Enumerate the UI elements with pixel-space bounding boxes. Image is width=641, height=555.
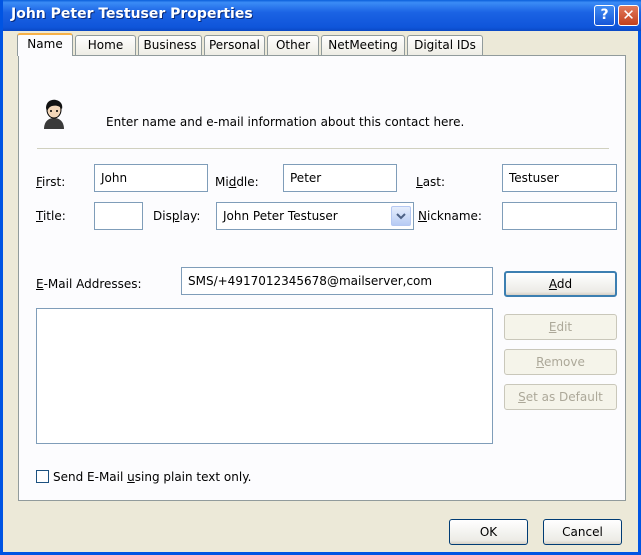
email-address-list[interactable] xyxy=(36,308,493,444)
display-dropdown-value: John Peter Testuser xyxy=(223,209,338,223)
tab-business[interactable]: Business xyxy=(138,35,202,55)
tab-name[interactable]: Name xyxy=(17,33,73,56)
email-addresses-label: E-Mail Addresses: xyxy=(36,277,142,291)
middle-name-field[interactable]: Peter xyxy=(283,164,397,192)
tab-home[interactable]: Home xyxy=(75,35,136,55)
window-title: John Peter Testuser Properties xyxy=(11,6,253,22)
header-description: Enter name and e-mail information about … xyxy=(106,115,465,129)
email-input[interactable]: SMS/+4917012345678@mailserver,com xyxy=(181,267,493,295)
dropdown-arrow-button[interactable] xyxy=(391,206,411,226)
ok-button[interactable]: OK xyxy=(449,519,528,545)
tab-digital-ids[interactable]: Digital IDs xyxy=(407,35,483,55)
name-tab-panel: Enter name and e-mail information about … xyxy=(18,55,626,501)
nickname-label: Nickname: xyxy=(418,209,482,223)
display-label: Display: xyxy=(153,209,201,223)
add-button[interactable]: Add xyxy=(504,271,617,297)
tab-personal[interactable]: Personal xyxy=(204,35,265,55)
edit-button[interactable]: Edit xyxy=(504,314,617,340)
first-name-label: First: xyxy=(36,175,66,189)
help-button[interactable]: ? xyxy=(594,5,615,26)
tab-other[interactable]: Other xyxy=(267,35,319,55)
tab-netmeeting[interactable]: NetMeeting xyxy=(321,35,405,55)
middle-name-label: Middle: xyxy=(215,175,259,189)
cancel-button[interactable]: Cancel xyxy=(543,519,622,545)
title-bar[interactable]: John Peter Testuser Properties ? ✕ xyxy=(3,0,641,31)
last-name-field[interactable]: Testuser xyxy=(502,164,617,192)
last-name-label: Last: xyxy=(416,175,446,189)
remove-button[interactable]: Remove xyxy=(504,349,617,375)
title-label: Title: xyxy=(36,209,66,223)
plain-text-checkbox[interactable] xyxy=(36,470,49,483)
first-name-field[interactable]: John xyxy=(94,164,208,192)
contact-person-icon xyxy=(44,99,64,129)
chevron-down-icon xyxy=(396,213,406,220)
properties-dialog: John Peter Testuser Properties ? ✕ Name … xyxy=(0,0,641,555)
display-dropdown[interactable]: John Peter Testuser xyxy=(216,202,414,230)
nickname-field[interactable] xyxy=(502,202,617,230)
close-button[interactable]: ✕ xyxy=(618,5,639,26)
plain-text-checkbox-label: Send E-Mail using plain text only. xyxy=(53,470,252,484)
header-separator xyxy=(37,148,609,149)
set-as-default-button[interactable]: Set as Default xyxy=(504,384,617,410)
title-field[interactable] xyxy=(94,202,143,230)
